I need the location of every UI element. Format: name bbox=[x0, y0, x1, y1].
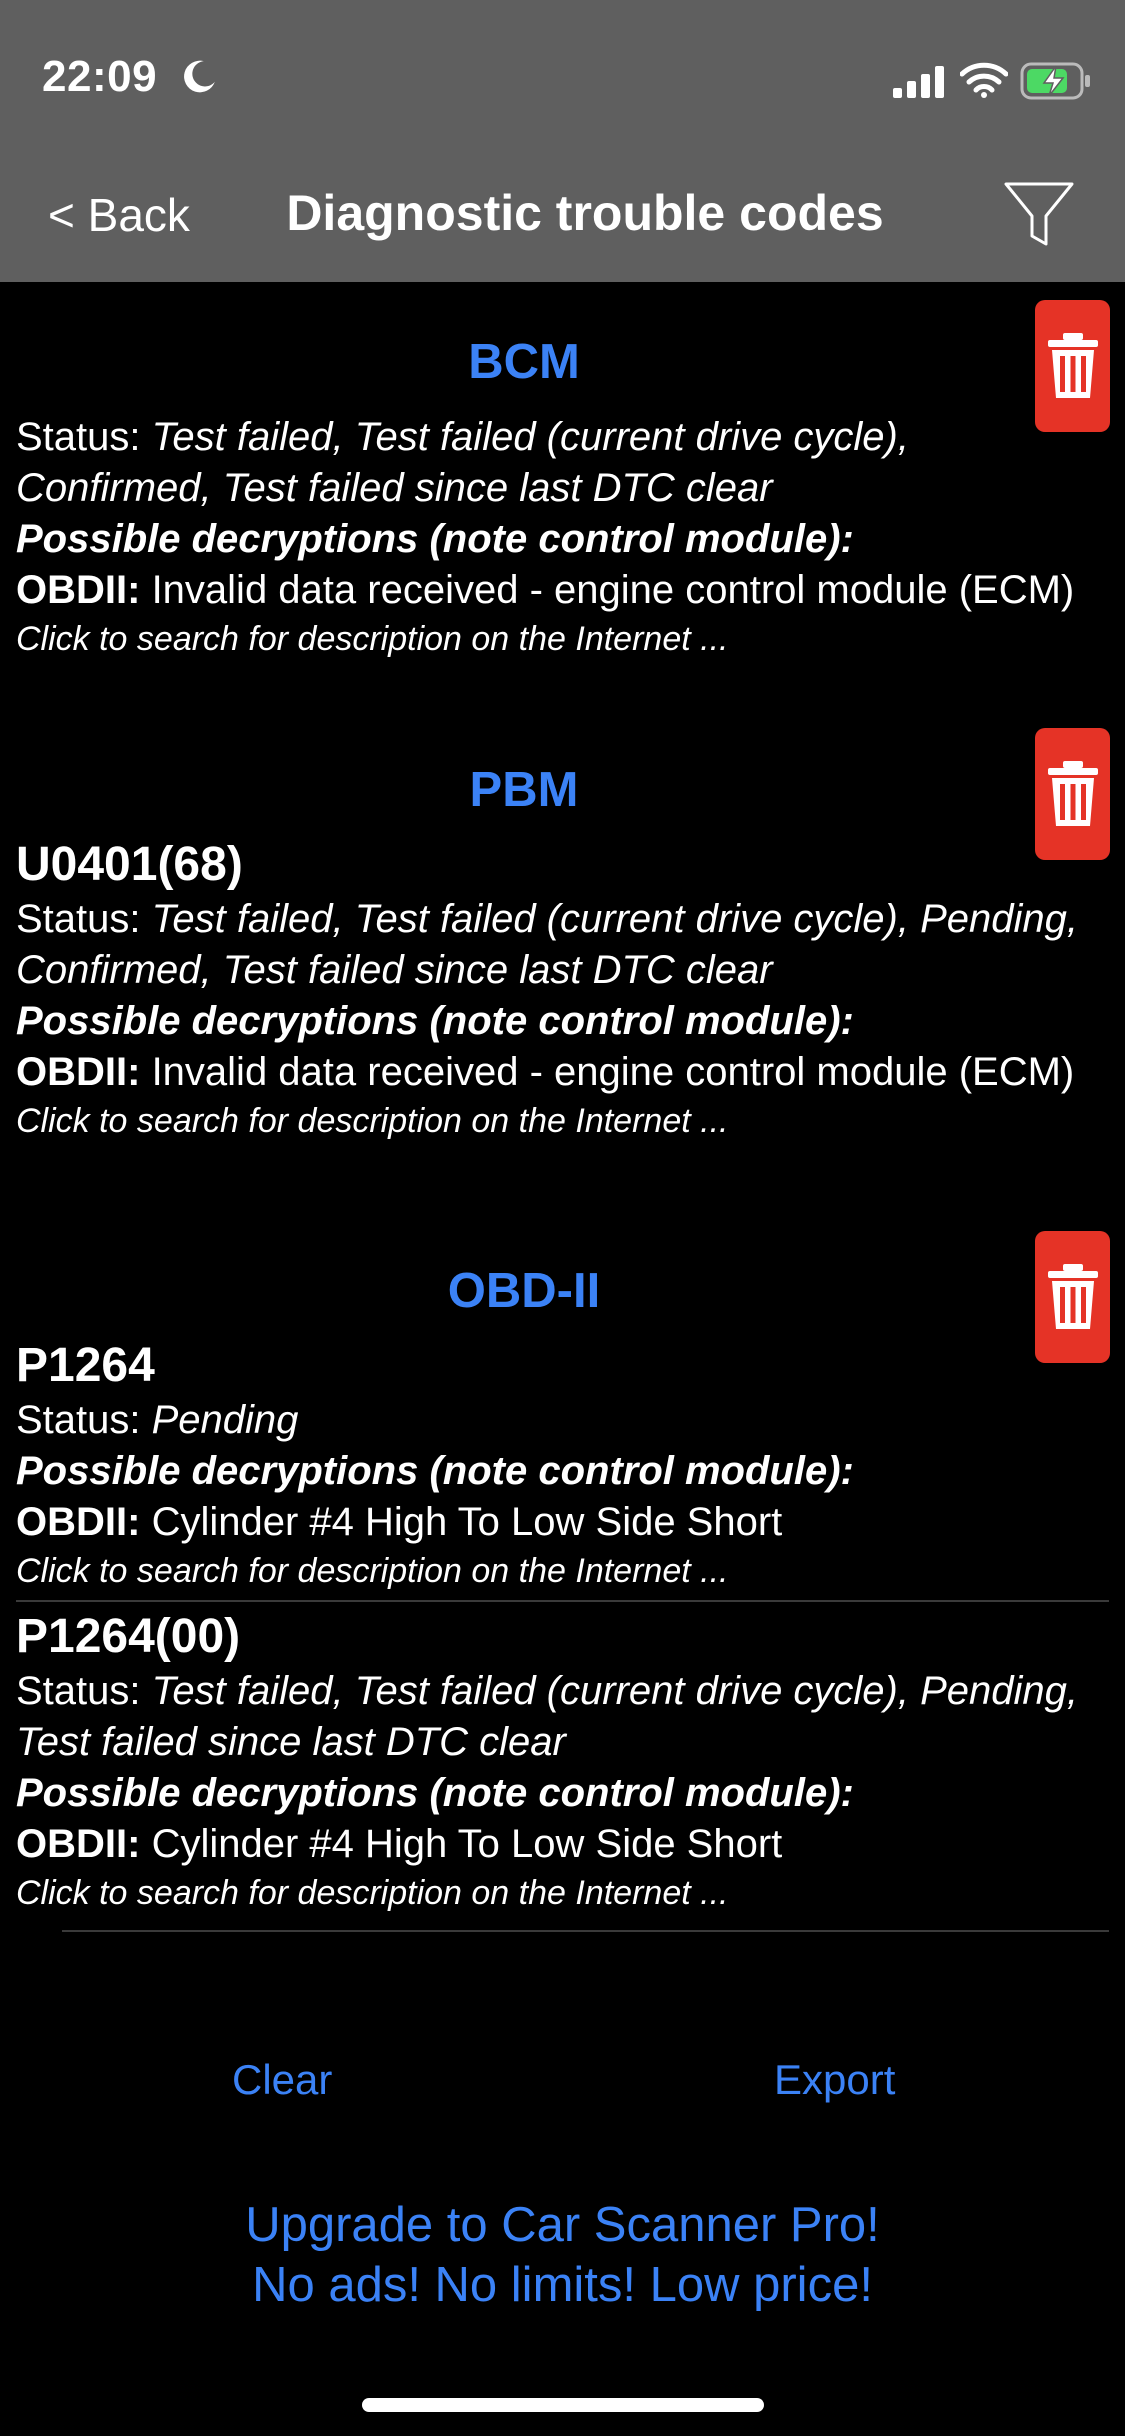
trash-icon bbox=[1047, 1264, 1098, 1329]
description-value: Cylinder #4 High To Low Side Short bbox=[151, 1822, 783, 1866]
upgrade-line-2: No ads! No limits! Low price! bbox=[252, 2258, 873, 2312]
possible-decryptions-heading: Possible decryptions (note control modul… bbox=[16, 999, 854, 1043]
description-value: Invalid data received - engine control m… bbox=[151, 568, 1075, 612]
trash-icon bbox=[1047, 333, 1098, 398]
description-value: Cylinder #4 High To Low Side Short bbox=[151, 1500, 783, 1544]
module-title: BCM bbox=[468, 335, 580, 389]
delete-button[interactable] bbox=[1035, 300, 1110, 432]
search-internet-link[interactable]: Click to search for description on the I… bbox=[16, 1548, 1109, 1594]
wifi-icon bbox=[960, 62, 1008, 98]
possible-decryptions-heading: Possible decryptions (note control modul… bbox=[16, 1449, 854, 1493]
divider bbox=[16, 1600, 1109, 1602]
upgrade-link[interactable]: Upgrade to Car Scanner Pro! No ads! No l… bbox=[0, 2195, 1125, 2315]
dtc-item[interactable]: P1264(00) Status: Test failed, Test fail… bbox=[0, 1608, 1125, 1916]
moon-icon bbox=[184, 60, 215, 93]
dtc-section-bcm: BCM Status: Test failed, Test failed (cu… bbox=[0, 282, 1125, 726]
divider bbox=[62, 1930, 1109, 1932]
status-value: Test failed, Test failed (current drive … bbox=[16, 1669, 1079, 1764]
trash-icon bbox=[1047, 761, 1098, 826]
dtc-item[interactable]: P1264 Status: Pending Possible decryptio… bbox=[0, 1337, 1125, 1594]
upgrade-line-1: Upgrade to Car Scanner Pro! bbox=[245, 2198, 880, 2252]
module-title: PBM bbox=[469, 763, 579, 817]
search-internet-link[interactable]: Click to search for description on the I… bbox=[16, 616, 1109, 662]
dtc-code: P1264(00) bbox=[16, 1610, 241, 1663]
possible-decryptions-heading: Possible decryptions (note control modul… bbox=[16, 1771, 854, 1815]
search-internet-link[interactable]: Click to search for description on the I… bbox=[16, 1870, 1109, 1916]
page-title: Diagnostic trouble codes bbox=[286, 185, 884, 241]
search-internet-link[interactable]: Click to search for description on the I… bbox=[16, 1098, 1109, 1144]
description-value: Invalid data received - engine control m… bbox=[151, 1050, 1075, 1094]
bottom-actions: Clear Export bbox=[0, 2056, 1125, 2116]
delete-button[interactable] bbox=[1035, 728, 1110, 860]
status-value: Test failed, Test failed (current drive … bbox=[16, 897, 1079, 992]
clear-button[interactable]: Clear bbox=[232, 2056, 332, 2104]
dtc-list: BCM Status: Test failed, Test failed (cu… bbox=[0, 282, 1125, 1932]
status-line: Status: Test failed, Test failed (curren… bbox=[16, 1669, 1079, 1764]
status-time: 22:09 bbox=[42, 52, 158, 101]
description-line: OBDII: Invalid data received - engine co… bbox=[16, 1050, 1075, 1094]
dtc-code: P1264 bbox=[16, 1339, 155, 1392]
home-indicator bbox=[362, 2398, 764, 2412]
description-line: OBDII: Cylinder #4 High To Low Side Shor… bbox=[16, 1822, 783, 1866]
dtc-section-obd-ii: OBD-II P1264 Status: Pending Possible de… bbox=[0, 1231, 1125, 1932]
status-line: Status: Pending bbox=[16, 1398, 299, 1442]
description-line: OBDII: Invalid data received - engine co… bbox=[16, 568, 1075, 612]
dtc-section-pbm: PBM U0401(68) Status: Test failed, Test … bbox=[0, 726, 1125, 1231]
status-value: Pending bbox=[151, 1398, 299, 1442]
delete-button[interactable] bbox=[1035, 1231, 1110, 1363]
dtc-item[interactable]: Status: Test failed, Test failed (curren… bbox=[0, 412, 1125, 662]
filter-icon[interactable] bbox=[1000, 176, 1078, 254]
dtc-code: U0401(68) bbox=[16, 838, 243, 891]
description-line: OBDII: Cylinder #4 High To Low Side Shor… bbox=[16, 1500, 783, 1544]
cellular-signal-icon bbox=[893, 66, 944, 98]
module-title: OBD-II bbox=[447, 1264, 601, 1318]
top-bar: 22:09 < Back Diagnostic trouble codes bbox=[0, 0, 1125, 282]
dtc-item[interactable]: U0401(68) Status: Test failed, Test fail… bbox=[0, 836, 1125, 1144]
status-line: Status: Test failed, Test failed (curren… bbox=[16, 415, 909, 510]
status-line: Status: Test failed, Test failed (curren… bbox=[16, 897, 1079, 992]
battery-charging-icon bbox=[1020, 62, 1090, 100]
export-button[interactable]: Export bbox=[774, 2056, 895, 2104]
screen: 22:09 < Back Diagnostic trouble codes BC… bbox=[0, 0, 1125, 2436]
possible-decryptions-heading: Possible decryptions (note control modul… bbox=[16, 517, 854, 561]
